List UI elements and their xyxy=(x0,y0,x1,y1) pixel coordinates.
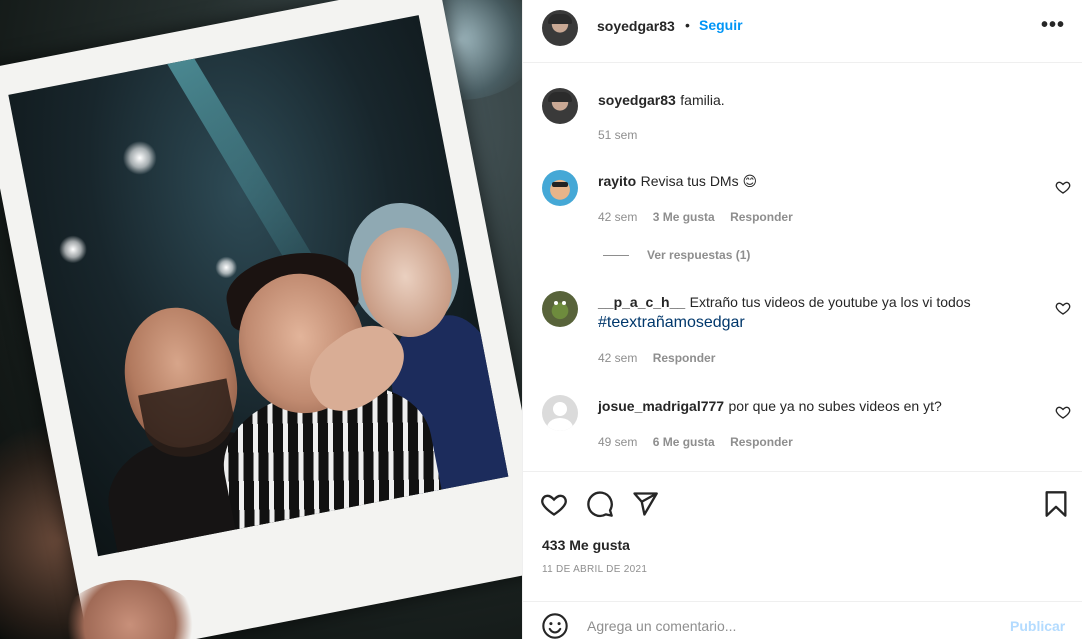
comment: rayito Revisa tus DMs 😊 xyxy=(598,171,1018,192)
comment: __p_a_c_h__ Extraño tus videos de youtub… xyxy=(598,292,1018,333)
comment-avatar[interactable] xyxy=(542,395,578,431)
view-replies-label: Ver respuestas (1) xyxy=(647,248,751,262)
bokeh-light xyxy=(213,254,240,281)
polaroid-print xyxy=(0,0,522,639)
comment-icon[interactable] xyxy=(586,490,614,518)
comment-time[interactable]: 42 sem xyxy=(598,210,637,224)
comment-like-heart-icon[interactable] xyxy=(1055,404,1071,420)
reply-button[interactable]: Responder xyxy=(653,351,716,365)
publish-button[interactable]: Publicar xyxy=(1010,618,1065,634)
post-header: soyedgar83 • Seguir ••• xyxy=(523,0,1082,63)
comment-username[interactable]: rayito xyxy=(598,173,636,189)
caption-avatar[interactable] xyxy=(542,88,578,124)
author-username[interactable]: soyedgar83 xyxy=(597,18,675,34)
smiley-icon[interactable] xyxy=(541,612,569,639)
reply-button[interactable]: Responder xyxy=(730,210,793,224)
caption: soyedgar83 familia. xyxy=(598,90,1018,111)
post-date[interactable]: 11 DE ABRIL DE 2021 xyxy=(542,564,647,575)
comment-time[interactable]: 42 sem xyxy=(598,351,637,365)
comment-username[interactable]: josue_madrigal777 xyxy=(598,398,724,414)
caption-text: familia. xyxy=(680,92,725,108)
comment-username[interactable]: __p_a_c_h__ xyxy=(598,294,685,310)
paper-plane-icon[interactable] xyxy=(631,490,659,518)
like-count[interactable]: 433 Me gusta xyxy=(542,537,630,553)
caption-meta: 51 sem xyxy=(598,128,637,142)
follow-button[interactable]: Seguir xyxy=(699,17,743,33)
comment-hashtag[interactable]: #teextrañamosedgar xyxy=(598,314,745,331)
comment-like-heart-icon[interactable] xyxy=(1055,179,1071,195)
comment-avatar[interactable] xyxy=(542,291,578,327)
comment-avatar[interactable] xyxy=(542,170,578,206)
polaroid-image xyxy=(8,15,509,557)
author-avatar[interactable] xyxy=(542,10,578,46)
heart-icon[interactable] xyxy=(540,490,568,518)
bookmark-icon[interactable] xyxy=(1042,490,1070,518)
comment-like-heart-icon[interactable] xyxy=(1055,300,1071,316)
comment-text: por que ya no subes videos en yt? xyxy=(728,398,942,414)
reply-button[interactable]: Responder xyxy=(730,435,793,449)
replies-divider xyxy=(603,254,629,256)
comment-input[interactable] xyxy=(587,614,987,638)
caption-time[interactable]: 51 sem xyxy=(598,128,637,142)
post-details-panel: soyedgar83 • Seguir ••• soyedgar83 famil… xyxy=(522,0,1082,639)
comment-meta: 49 sem 6 Me gusta Responder xyxy=(598,435,793,449)
more-options-icon[interactable]: ••• xyxy=(1041,14,1065,37)
comment-likes[interactable]: 3 Me gusta xyxy=(653,210,715,224)
comment-time[interactable]: 49 sem xyxy=(598,435,637,449)
comment-likes[interactable]: 6 Me gusta xyxy=(653,435,715,449)
view-replies-button[interactable]: Ver respuestas (1) xyxy=(603,248,750,262)
post-actions: 433 Me gusta 11 DE ABRIL DE 2021 xyxy=(523,471,1082,601)
separator-dot: • xyxy=(685,17,690,33)
bokeh-light xyxy=(56,232,90,266)
comment: josue_madrigal777 por que ya no subes vi… xyxy=(598,396,1018,417)
comment-text: Revisa tus DMs 😊 xyxy=(640,173,758,189)
comment-text: Extraño tus videos de youtube ya los vi … xyxy=(689,294,971,310)
comment-composer: Publicar xyxy=(523,601,1082,639)
comment-meta: 42 sem Responder xyxy=(598,351,715,365)
comment-meta: 42 sem 3 Me gusta Responder xyxy=(598,210,793,224)
post-photo[interactable] xyxy=(0,0,522,639)
caption-username[interactable]: soyedgar83 xyxy=(598,92,676,108)
bokeh-light xyxy=(119,137,160,178)
